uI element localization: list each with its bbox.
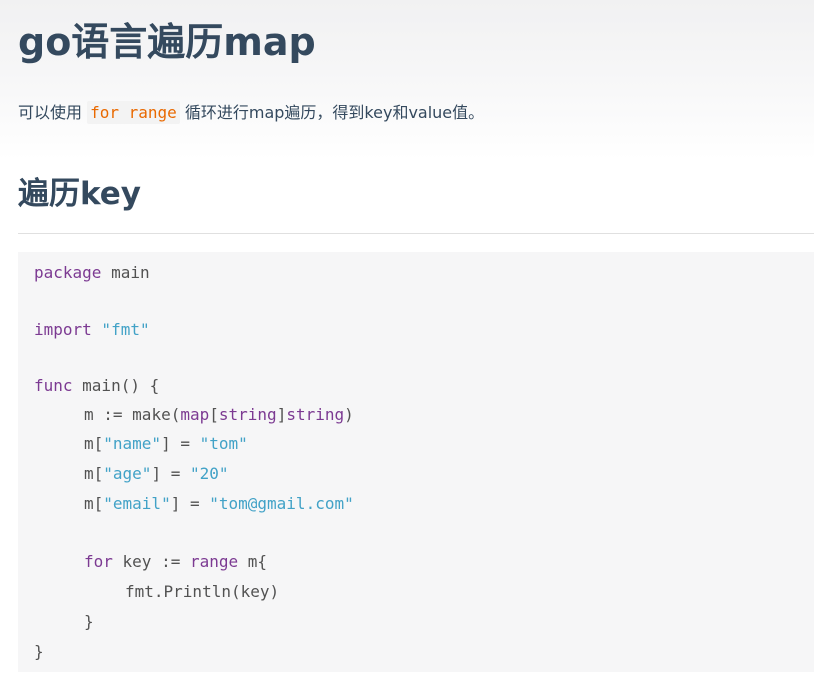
code-line-import: import "fmt": [34, 320, 150, 340]
code-line-make: m := make(map[string]string): [84, 405, 354, 425]
keyword-import: import: [34, 320, 92, 339]
keyword-package: package: [34, 263, 102, 282]
code-line-package: package main: [34, 263, 150, 283]
intro-paragraph: 可以使用 for range 循环进行map遍历，得到key和value值。: [18, 100, 484, 126]
intro-text-before: 可以使用: [18, 103, 88, 122]
builtin-make: make: [132, 405, 171, 424]
code-block: package main import "fmt" func main() { …: [18, 252, 814, 672]
string-literal: "tom": [199, 434, 248, 453]
code-token: ] =: [170, 494, 210, 513]
code-token: (: [170, 405, 181, 424]
code-line-close-func: }: [34, 642, 44, 661]
code-line-name: m["name"] = "tom": [84, 434, 248, 454]
page-title: go语言遍历map: [18, 20, 316, 64]
code-line-age: m["age"] = "20": [84, 464, 229, 484]
keyword-range: range: [189, 552, 239, 571]
code-token: m :=: [84, 405, 133, 424]
keyword-map: map: [180, 405, 210, 424]
code-line-func: func main() {: [34, 376, 159, 396]
code-line-email: m["email"] = "tom@gmail.com": [84, 494, 354, 514]
code-line-println: fmt.Println(key): [125, 582, 280, 601]
code-token: ] =: [151, 464, 190, 483]
code-token: m{: [238, 552, 268, 571]
document-page: go语言遍历map 可以使用 for range 循环进行map遍历，得到key…: [0, 0, 814, 677]
keyword-string: string: [286, 405, 345, 424]
string-literal: "age": [103, 464, 152, 483]
string-literal: "email": [103, 494, 171, 513]
code-token: ]: [276, 405, 287, 424]
heading-divider: [18, 233, 814, 234]
intro-text-after: 循环进行map遍历，得到key和value值。: [179, 103, 485, 122]
section-heading: 遍历key: [18, 176, 142, 212]
code-token: m[: [84, 434, 104, 453]
package-name: main: [101, 263, 150, 282]
string-literal: "name": [103, 434, 162, 453]
keyword-string: string: [218, 405, 277, 424]
code-token: ): [344, 405, 354, 424]
code-token: ] =: [161, 434, 200, 453]
code-line-for-range: for key := range m{: [84, 552, 267, 572]
string-literal: "tom@gmail.com": [209, 494, 354, 513]
inline-code-for-range: for range: [87, 101, 180, 124]
keyword-for: for: [84, 552, 113, 571]
string-literal: "20": [189, 464, 229, 483]
code-token: m[: [84, 464, 104, 483]
code-token: key :=: [112, 552, 190, 571]
code-line-close-for: }: [84, 612, 94, 631]
code-token: [: [209, 405, 219, 424]
func-signature: main() {: [72, 376, 160, 395]
keyword-func: func: [34, 376, 73, 395]
import-path: "fmt": [91, 320, 150, 339]
code-token: m[: [84, 494, 104, 513]
